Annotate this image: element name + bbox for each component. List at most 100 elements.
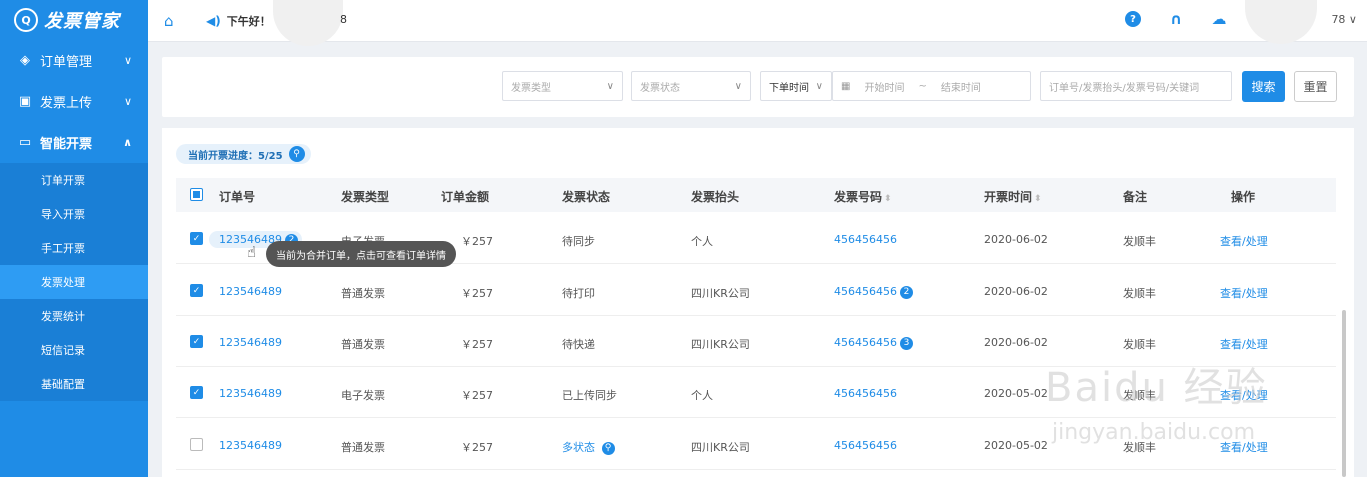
date-range-picker[interactable]: ▦ 开始时间 ~ 结束时间 bbox=[832, 71, 1031, 101]
invoice-count-badge: 3 bbox=[900, 336, 913, 350]
sidebar-item-order-invoicing[interactable]: 订单开票 bbox=[0, 163, 148, 197]
invoice-no-link[interactable]: 456456456 bbox=[834, 439, 897, 452]
sidebar-item-invoice-statistics[interactable]: 发票统计 bbox=[0, 299, 148, 333]
layers-icon: ◈ bbox=[20, 53, 30, 68]
remark-cell: 发顺丰 bbox=[1123, 338, 1156, 351]
invoicing-progress: 当前开票进度：5/25 ⚲ bbox=[176, 144, 311, 164]
sidebar-group-order-management[interactable]: ◈ 订单管理 ∨ bbox=[0, 40, 148, 81]
view-process-link[interactable]: 查看/处理 bbox=[1220, 336, 1268, 352]
watermark-brand: Baidu 经验 bbox=[1045, 365, 1268, 411]
help-icon[interactable]: ? bbox=[1125, 11, 1141, 27]
row-checkbox[interactable]: ✓ bbox=[190, 284, 203, 297]
avatar[interactable] bbox=[1245, 0, 1317, 44]
select-all-checkbox[interactable] bbox=[190, 188, 203, 201]
invoice-type-cell: 普通发票 bbox=[341, 338, 385, 351]
printer-icon: ▭ bbox=[18, 135, 32, 150]
status-text: 多状态 bbox=[562, 441, 595, 454]
time-type-select[interactable]: 下单时间 ∨ bbox=[760, 71, 832, 101]
title-cell: 个人 bbox=[691, 235, 713, 248]
filter-bar: 发票类型 ∨ 发票状态 ∨ 下单时间 ∨ ▦ 开始时间 ~ 结束时间 订单号/发… bbox=[162, 57, 1354, 117]
row-checkbox[interactable] bbox=[190, 438, 203, 451]
invoice-count-badge: 2 bbox=[900, 285, 913, 299]
top-bar: ⌂ ◀) 下午好！ 1 8 ? ∩ ☁ 78 ∨ bbox=[148, 0, 1367, 46]
end-date-placeholder: 结束时间 bbox=[940, 82, 981, 94]
invoice-no-link[interactable]: 456456456 2 bbox=[834, 285, 913, 299]
header-order-no: 订单号 bbox=[219, 190, 256, 204]
invoice-no-link[interactable]: 456456456 bbox=[834, 387, 897, 400]
issue-time-cell: 2020-06-02 bbox=[984, 233, 1048, 246]
amount-cell: ￥257 bbox=[461, 389, 493, 402]
account-menu[interactable]: 78 ∨ bbox=[1331, 13, 1357, 26]
order-no-link[interactable]: 123546489 bbox=[219, 336, 282, 349]
header-remark: 备注 bbox=[1123, 190, 1148, 204]
invoice-no-link[interactable]: 456456456 3 bbox=[834, 336, 913, 350]
progress-label: 当前开票进度：5/25 bbox=[188, 150, 283, 162]
sort-icon[interactable]: ⬍ bbox=[1034, 194, 1042, 204]
header-status: 发票状态 bbox=[562, 190, 611, 204]
amount-cell: ￥257 bbox=[461, 338, 493, 351]
issue-time-cell: 2020-05-02 bbox=[984, 387, 1048, 400]
header-amount: 订单金额 bbox=[441, 190, 490, 204]
order-no-link[interactable]: 123546489 bbox=[219, 439, 282, 452]
chevron-down-icon: ∨ bbox=[123, 95, 132, 108]
sidebar-group-label: 订单管理 bbox=[40, 55, 93, 70]
headset-icon[interactable]: ∩ bbox=[1168, 10, 1184, 28]
sidebar-group-label: 发票上传 bbox=[40, 96, 93, 111]
invoice-no-link[interactable]: 456456456 bbox=[834, 233, 897, 246]
search-icon[interactable]: ⚲ bbox=[288, 146, 305, 162]
app-logo[interactable]: Q 发票管家 bbox=[0, 0, 148, 40]
title-cell: 四川KR公司 bbox=[691, 338, 750, 351]
chevron-down-icon: ∨ bbox=[734, 80, 742, 92]
sidebar-item-invoice-processing[interactable]: 发票处理 bbox=[0, 265, 148, 299]
row-checkbox[interactable]: ✓ bbox=[190, 232, 203, 245]
sidebar-item-manual-invoicing[interactable]: 手工开票 bbox=[0, 231, 148, 265]
sidebar-group-invoice-upload[interactable]: ▣ 发票上传 ∨ bbox=[0, 81, 148, 122]
amount-cell: ￥257 bbox=[461, 441, 493, 454]
home-icon[interactable]: ⌂ bbox=[164, 12, 174, 30]
chevron-down-icon: ∨ bbox=[815, 80, 823, 92]
invoice-type-select[interactable]: 发票类型 ∨ bbox=[502, 71, 623, 101]
watermark-url: jingyan.baidu.com bbox=[1052, 420, 1256, 445]
search-icon[interactable]: ⚲ bbox=[601, 441, 615, 455]
title-cell: 四川KR公司 bbox=[691, 287, 750, 300]
sidebar-group-smart-invoicing[interactable]: ▭ 智能开票 ∧ bbox=[0, 122, 148, 163]
order-no-link[interactable]: 123546489 bbox=[219, 285, 282, 298]
greeting-text: 下午好！ bbox=[226, 15, 271, 28]
header-issue-time[interactable]: 开票时间 ⬍ bbox=[984, 188, 1042, 205]
vertical-scrollbar[interactable] bbox=[1342, 310, 1346, 477]
hand-cursor-icon: ☝ bbox=[247, 243, 257, 261]
header-label: 开票时间 bbox=[984, 190, 1033, 204]
header-action: 操作 bbox=[1231, 190, 1256, 204]
order-no-link[interactable]: 123546489 bbox=[219, 387, 282, 400]
invoice-status-select[interactable]: 发票状态 ∨ bbox=[631, 71, 751, 101]
invoice-no: 456456456 bbox=[834, 285, 897, 298]
amount-cell: ￥257 bbox=[461, 235, 493, 248]
sidebar: Q 发票管家 ◈ 订单管理 ∨ ▣ 发票上传 ∨ ▭ 智能开票 ∧ 订单开票 导… bbox=[0, 0, 148, 477]
sidebar-item-basic-config[interactable]: 基础配置 bbox=[0, 367, 148, 401]
view-process-link[interactable]: 查看/处理 bbox=[1220, 233, 1268, 249]
sort-icon[interactable]: ⬍ bbox=[884, 194, 892, 204]
status-cell: 待快递 bbox=[562, 338, 595, 351]
view-process-link[interactable]: 查看/处理 bbox=[1220, 285, 1268, 301]
sidebar-item-sms-records[interactable]: 短信记录 bbox=[0, 333, 148, 367]
header-invoice-type: 发票类型 bbox=[341, 190, 390, 204]
sidebar-item-import-invoicing[interactable]: 导入开票 bbox=[0, 197, 148, 231]
issue-time-cell: 2020-06-02 bbox=[984, 336, 1048, 349]
remark-cell: 发顺丰 bbox=[1123, 287, 1156, 300]
cloud-icon[interactable]: ☁ bbox=[1211, 10, 1227, 28]
keyword-search-input[interactable]: 订单号/发票抬头/发票号码/关键词 bbox=[1040, 71, 1232, 101]
range-separator: ~ bbox=[918, 80, 927, 92]
header-invoice-no[interactable]: 发票号码 ⬍ bbox=[834, 188, 892, 205]
search-button[interactable]: 搜索 bbox=[1242, 71, 1285, 102]
table-header: 订单号 发票类型 订单金额 发票状态 发票抬头 发票号码 ⬍ 开票时间 ⬍ 备注 操… bbox=[176, 178, 1336, 212]
issue-time-cell: 2020-06-02 bbox=[984, 285, 1048, 298]
row-checkbox[interactable]: ✓ bbox=[190, 386, 203, 399]
reset-button[interactable]: 重置 bbox=[1294, 71, 1337, 102]
row-checkbox[interactable]: ✓ bbox=[190, 335, 203, 348]
top-icons: ? ∩ ☁ bbox=[1125, 10, 1227, 28]
multi-status-link[interactable]: 多状态 ⚲ bbox=[562, 439, 615, 455]
speaker-icon: ◀) bbox=[206, 14, 221, 28]
upload-doc-icon: ▣ bbox=[18, 94, 32, 109]
calendar-icon: ▦ bbox=[841, 80, 851, 92]
select-placeholder: 发票状态 bbox=[640, 82, 680, 94]
